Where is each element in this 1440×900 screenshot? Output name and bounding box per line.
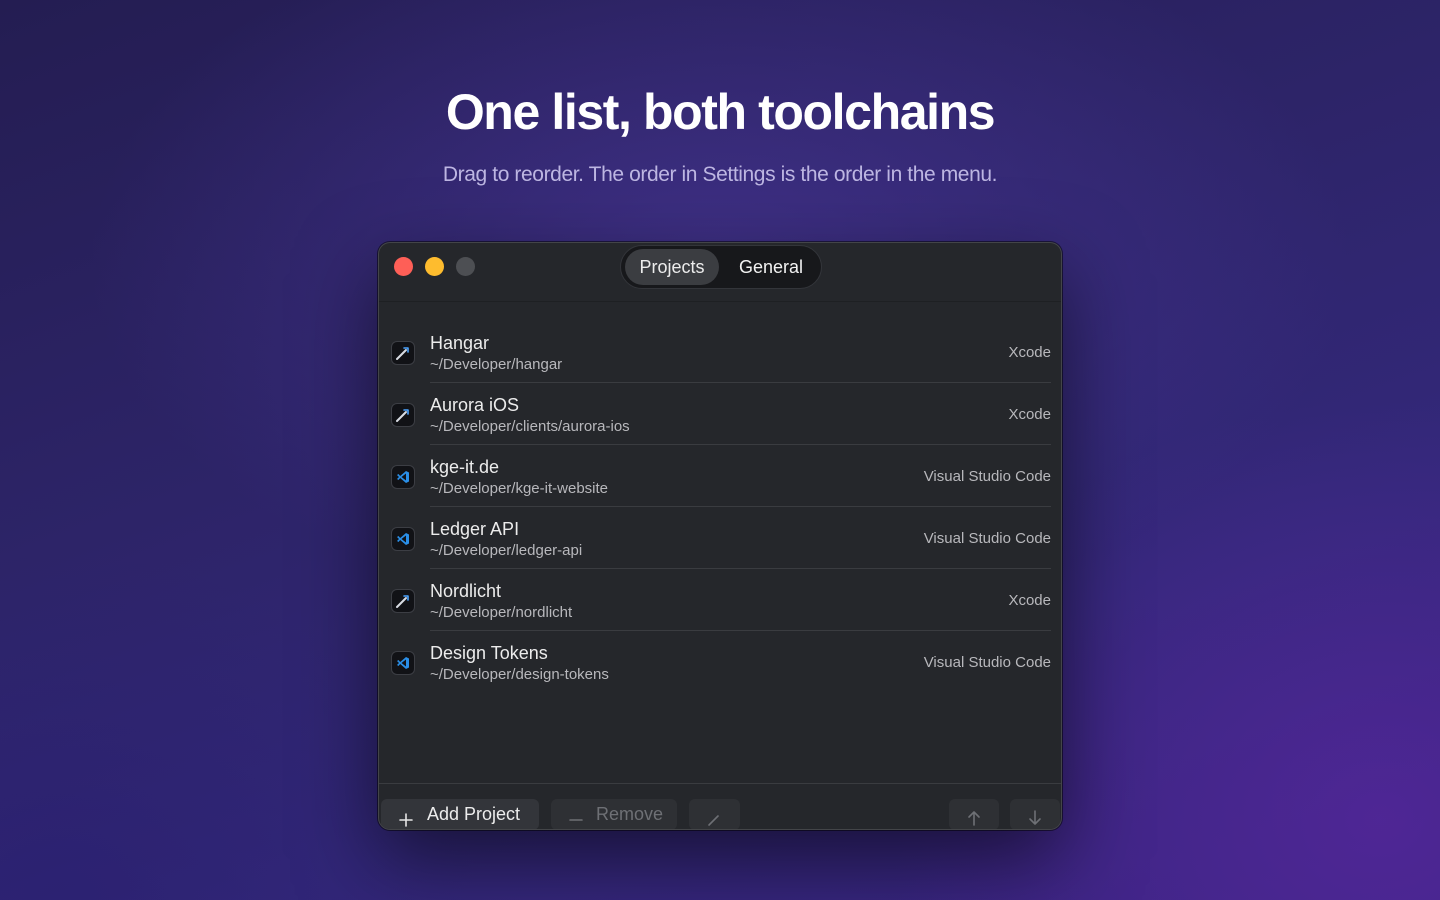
hero-title: One list, both toolchains — [445, 84, 996, 140]
project-row[interactable]: Design Tokens ~/Developer/design-tokens … — [379, 631, 1061, 693]
tab-general[interactable]: General — [725, 249, 817, 285]
vscode-icon — [391, 651, 415, 675]
minimize-window-button[interactable] — [425, 257, 444, 276]
project-row[interactable]: Aurora iOS ~/Developer/clients/aurora-io… — [379, 383, 1061, 445]
project-row[interactable]: Nordlicht ~/Developer/nordlicht Xcode — [379, 569, 1061, 631]
project-name: Hangar — [430, 333, 490, 353]
settings-tab-control: Projects General — [620, 245, 822, 289]
xcode-icon — [391, 403, 415, 427]
project-toolchain: Visual Studio Code — [923, 530, 1051, 547]
remove-button[interactable]: Remove — [551, 799, 677, 829]
project-toolchain: Visual Studio Code — [923, 654, 1051, 671]
window-titlebar: Projects General — [379, 243, 1061, 302]
project-row[interactable]: kge-it.de ~/Developer/kge-it-website Vis… — [379, 445, 1061, 507]
project-path: ~/Developer/design-tokens — [430, 666, 609, 683]
edit-project-button[interactable] — [689, 799, 740, 829]
project-path: ~/Developer/nordlicht — [430, 604, 573, 621]
project-row[interactable]: Hangar ~/Developer/hangar Xcode — [379, 321, 1061, 383]
project-toolchain: Xcode — [1008, 406, 1051, 423]
project-toolchain: Visual Studio Code — [923, 468, 1051, 485]
pencil-icon — [706, 807, 722, 829]
project-row[interactable]: Ledger API ~/Developer/ledger-api Visual… — [379, 507, 1061, 569]
arrow-down-icon — [1027, 806, 1043, 829]
xcode-icon — [391, 341, 415, 365]
project-path: ~/Developer/clients/aurora-ios — [430, 418, 630, 435]
settings-window: Projects General Hangar ~/Developer/hang… — [378, 242, 1062, 830]
zoom-window-button[interactable] — [456, 257, 475, 276]
project-toolchain: Xcode — [1008, 344, 1051, 361]
minus-icon — [568, 807, 584, 829]
project-name: Nordlicht — [430, 581, 502, 601]
project-toolchain: Xcode — [1008, 592, 1051, 609]
project-path: ~/Developer/hangar — [430, 356, 563, 373]
project-list: Hangar ~/Developer/hangar Xcode Aurora i… — [379, 321, 1061, 693]
hero-subtitle: Drag to reorder. The order in Settings i… — [442, 163, 998, 186]
project-name: Aurora iOS — [430, 395, 520, 415]
project-name: Design Tokens — [430, 643, 548, 663]
project-name: kge-it.de — [430, 457, 500, 477]
remove-label: Remove — [596, 804, 664, 824]
move-down-button[interactable] — [1010, 799, 1060, 829]
project-path: ~/Developer/ledger-api — [430, 542, 583, 559]
vscode-icon — [391, 527, 415, 551]
add-project-button[interactable]: Add Project — [381, 799, 539, 829]
close-window-button[interactable] — [394, 257, 413, 276]
add-project-label: Add Project — [427, 804, 521, 824]
plus-icon — [398, 807, 414, 829]
tab-projects[interactable]: Projects — [625, 249, 719, 285]
xcode-icon — [391, 589, 415, 613]
project-name: Ledger API — [430, 519, 520, 539]
list-toolbar: Add Project Remove — [379, 783, 1061, 829]
project-path: ~/Developer/kge-it-website — [430, 480, 609, 497]
vscode-icon — [391, 465, 415, 489]
move-up-button[interactable] — [949, 799, 999, 829]
arrow-up-icon — [966, 806, 982, 829]
